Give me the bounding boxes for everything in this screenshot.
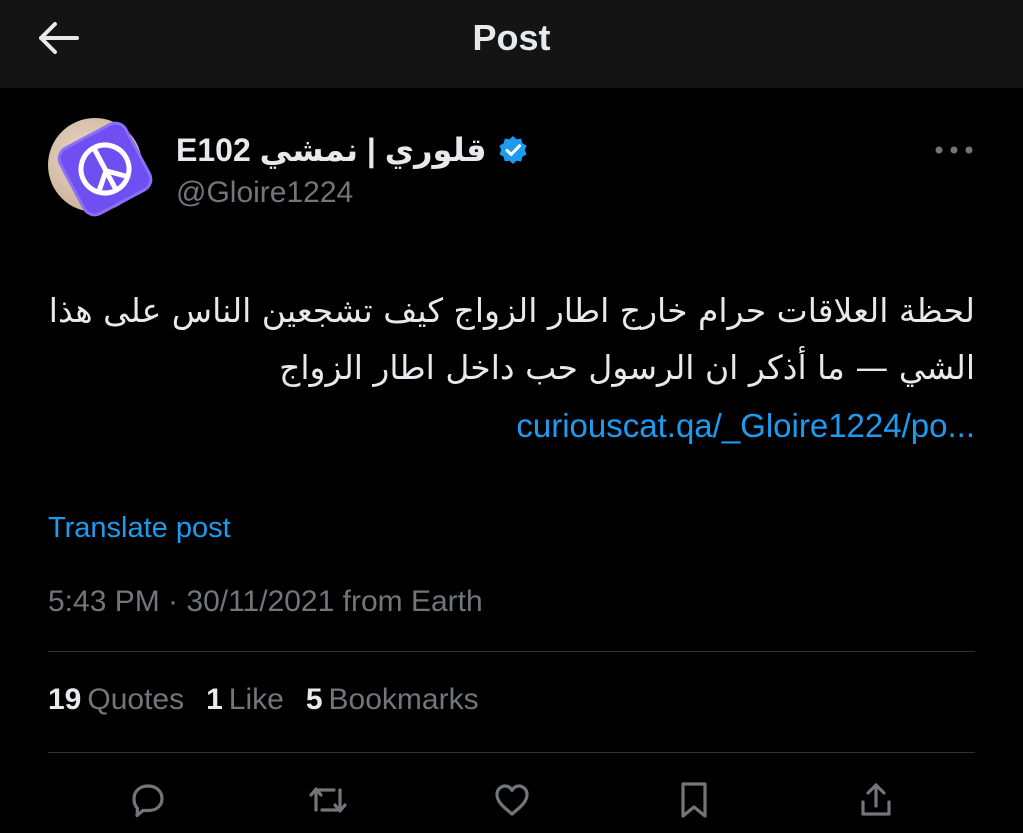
- likes-label: Like: [228, 683, 284, 716]
- bookmarks-label: Bookmarks: [328, 683, 479, 716]
- like-button[interactable]: [486, 774, 538, 826]
- translate-post-button[interactable]: Translate post: [48, 508, 231, 548]
- reply-icon: [132, 784, 164, 818]
- quotes-stat[interactable]: 19 Quotes: [48, 680, 184, 720]
- top-bar: Post: [0, 0, 1023, 88]
- bookmark-button[interactable]: [668, 774, 720, 826]
- likes-count: 1: [206, 683, 223, 716]
- bookmark-icon: [681, 782, 707, 818]
- post-link[interactable]: curiouscat.qa/_Gloire1224/po...: [40, 397, 975, 454]
- author-handle[interactable]: @Gloire1224: [176, 173, 353, 213]
- post-text: لحظة العلاقات حرام خارج اطار الزواج كيف …: [48, 291, 975, 387]
- share-button[interactable]: [850, 774, 902, 826]
- post-stats: 19 Quotes 1 Like 5 Bookmarks: [48, 680, 479, 720]
- verified-badge-icon: [498, 136, 527, 164]
- share-icon: [861, 783, 891, 816]
- author-name-row[interactable]: قلوري | نمشي E102: [176, 128, 529, 172]
- page-title: Post: [472, 17, 551, 58]
- avatar[interactable]: [48, 118, 158, 228]
- action-bar: [0, 768, 1023, 830]
- divider: [48, 651, 975, 652]
- bookmarks-stat[interactable]: 5 Bookmarks: [306, 680, 479, 720]
- quotes-count: 19: [48, 683, 82, 716]
- likes-stat[interactable]: 1 Like: [206, 680, 284, 720]
- repost-icon: [309, 787, 347, 813]
- post-timestamp[interactable]: 5:43 PM · 30/11/2021 from Earth: [48, 582, 483, 622]
- more-options-button[interactable]: [930, 132, 978, 168]
- divider: [48, 752, 975, 753]
- more-horizontal-icon: [935, 146, 973, 154]
- author-display-name[interactable]: قلوري | نمشي E102: [176, 131, 487, 169]
- reply-button[interactable]: [122, 774, 174, 826]
- bookmarks-count: 5: [305, 683, 323, 716]
- quotes-label: Quotes: [87, 683, 185, 716]
- repost-button[interactable]: [302, 774, 354, 826]
- like-icon: [495, 784, 529, 816]
